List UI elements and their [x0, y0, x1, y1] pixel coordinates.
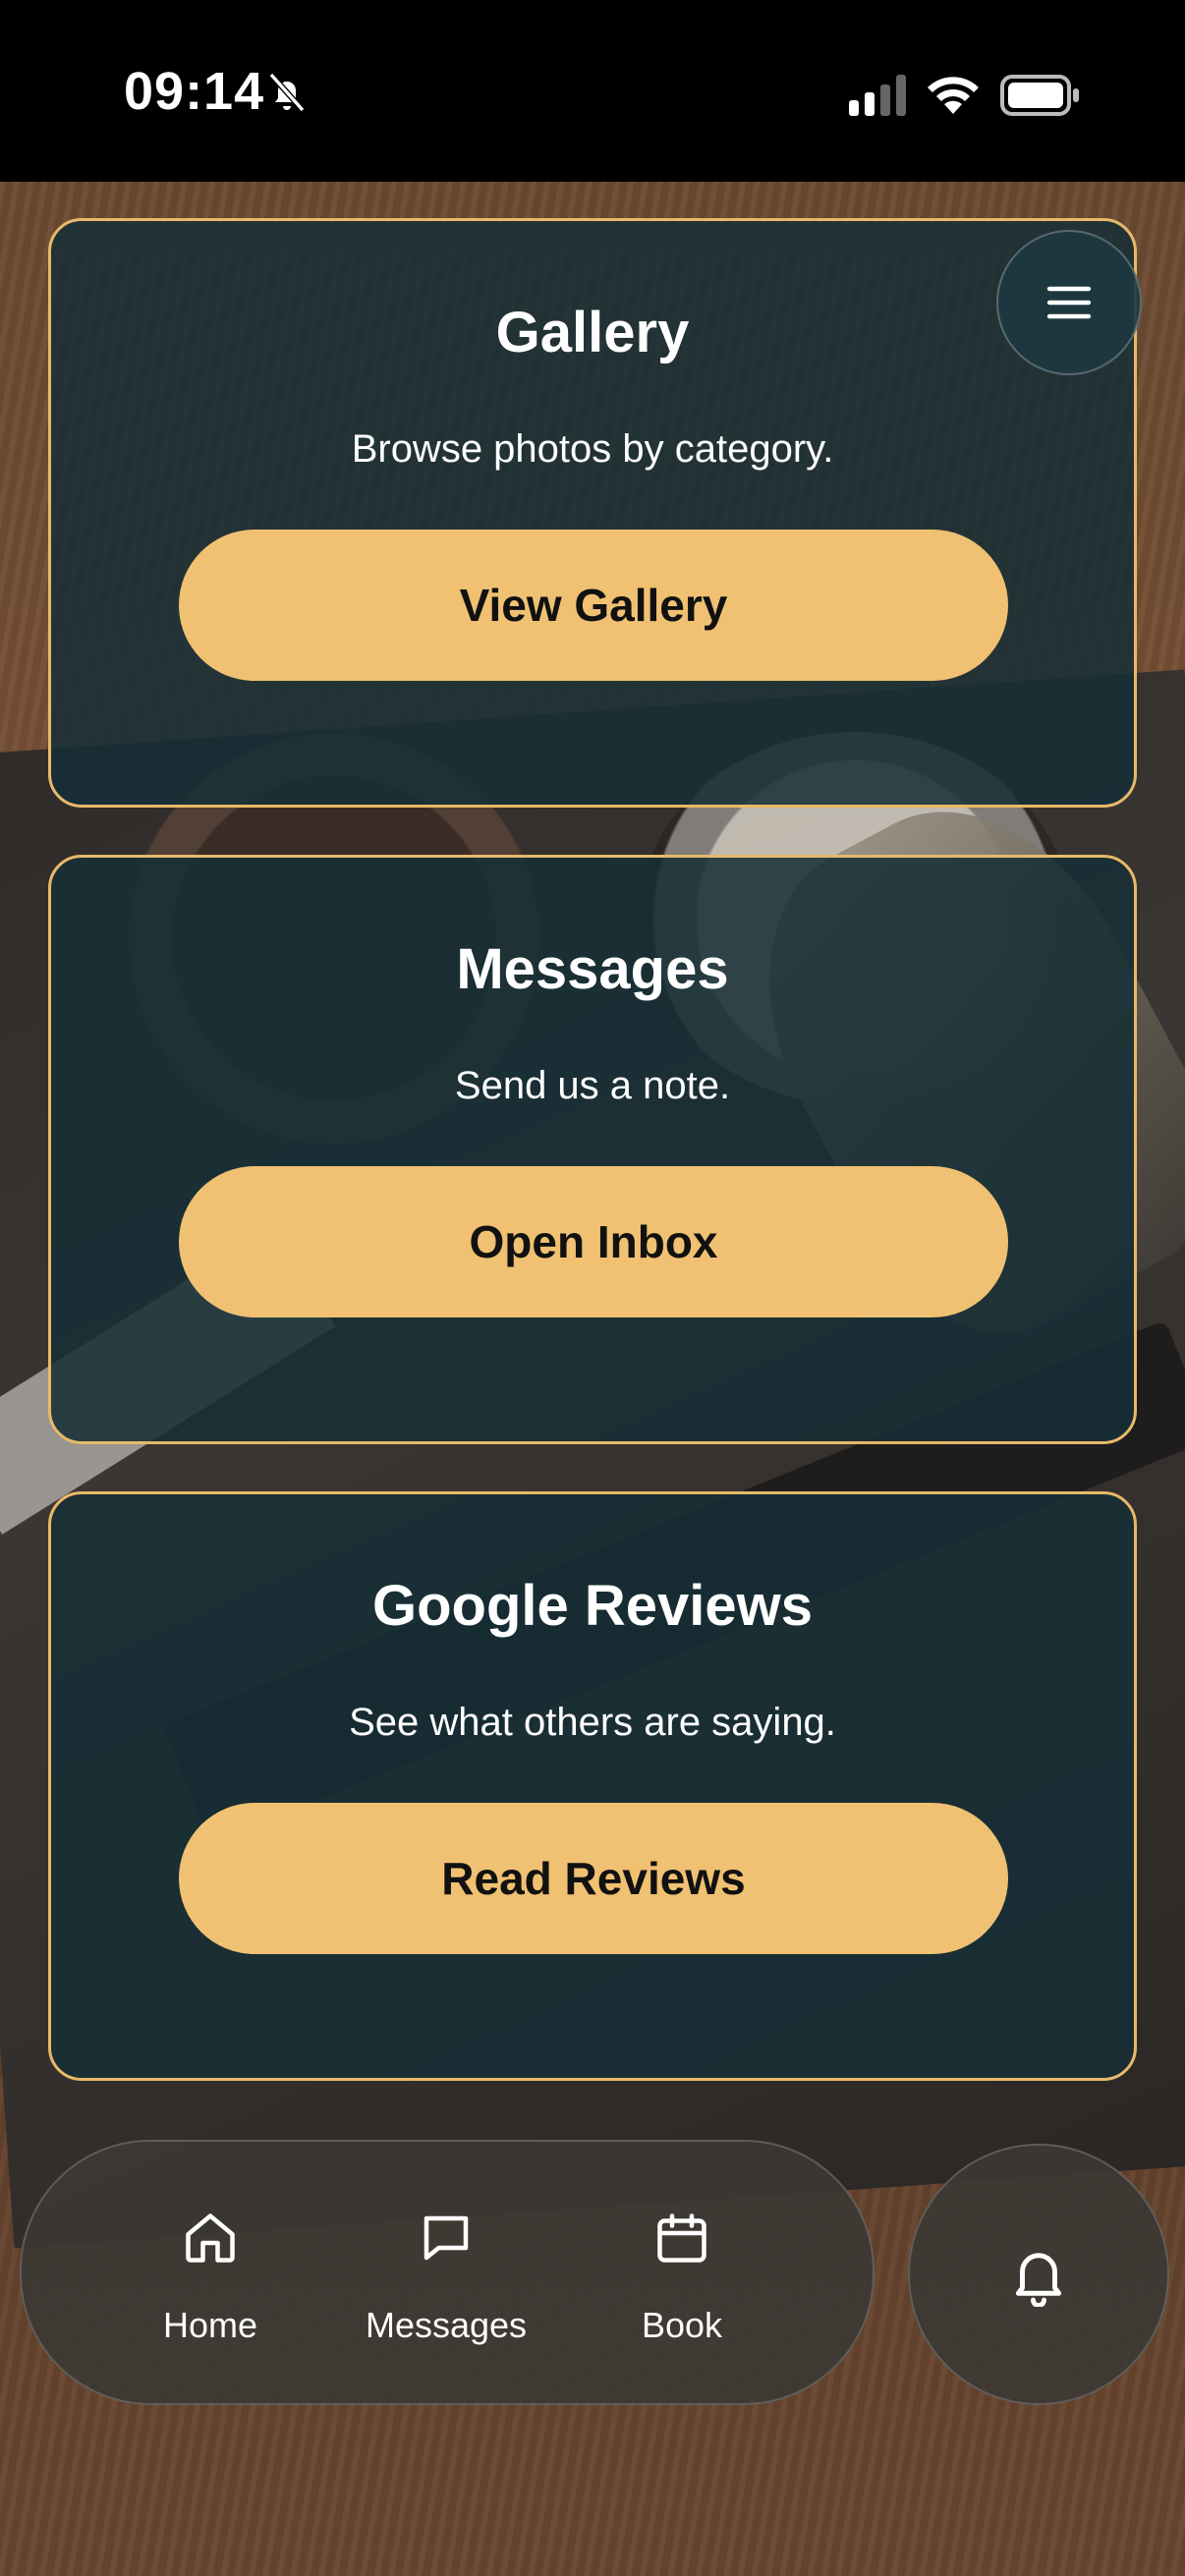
nav-label: Book: [641, 2305, 723, 2345]
status-bar: 09:14: [0, 0, 1185, 182]
cellular-signal-icon: [849, 75, 906, 116]
home-icon: [186, 2213, 235, 2263]
nav-item-book[interactable]: Book: [584, 2142, 780, 2403]
messages-card: Messages Send us a note. Open Inbox: [48, 855, 1137, 1444]
open-inbox-button[interactable]: Open Inbox: [179, 1166, 1008, 1317]
card-description: Browse photos by category.: [351, 427, 834, 471]
bell-icon: [1015, 2253, 1062, 2307]
gallery-card: Gallery Browse photos by category. View …: [48, 218, 1137, 808]
nav-item-home[interactable]: Home: [112, 2142, 309, 2403]
card-title: Messages: [456, 937, 729, 1001]
battery-icon: [1000, 75, 1079, 116]
nav-item-messages[interactable]: Messages: [348, 2142, 544, 2403]
nav-label: Messages: [365, 2305, 528, 2345]
chat-bubble-icon: [423, 2215, 469, 2261]
card-title: Google Reviews: [371, 1574, 814, 1638]
bell-slash-icon: [268, 73, 306, 112]
google-reviews-card: Google Reviews See what others are sayin…: [48, 1491, 1137, 2081]
calendar-icon: [657, 2213, 706, 2263]
bottom-nav: Home Messages Book: [20, 2140, 875, 2405]
status-time: 09:14: [124, 62, 265, 121]
read-reviews-button[interactable]: Read Reviews: [179, 1803, 1008, 1954]
card-description: See what others are saying.: [349, 1701, 836, 1744]
card-description: Send us a note.: [454, 1064, 731, 1107]
card-title: Gallery: [495, 301, 690, 364]
hamburger-icon: [1046, 286, 1092, 319]
nav-label: Home: [162, 2305, 258, 2345]
wifi-icon: [928, 77, 979, 114]
view-gallery-button[interactable]: View Gallery: [179, 530, 1008, 681]
menu-button[interactable]: [996, 230, 1142, 375]
notifications-button[interactable]: [908, 2144, 1169, 2405]
